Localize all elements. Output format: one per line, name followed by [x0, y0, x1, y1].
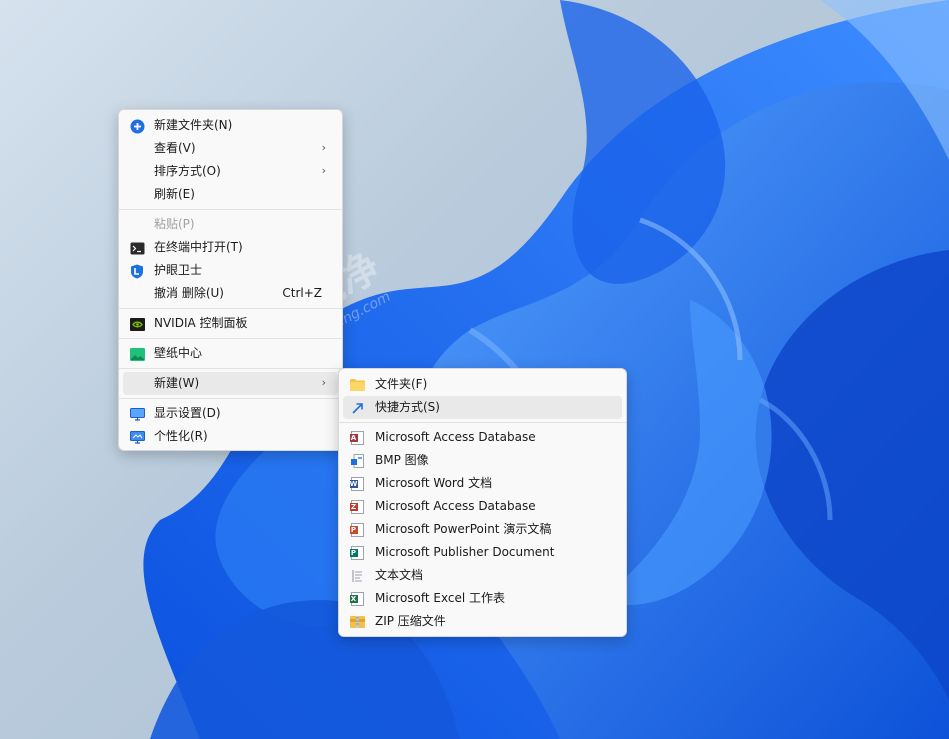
submenu-item-shortcut[interactable]: 快捷方式(S) [343, 396, 622, 419]
personalize-icon [129, 429, 145, 445]
new-folder-plus-icon [129, 118, 145, 134]
menu-item-display-settings[interactable]: 显示设置(D) [123, 402, 338, 425]
submenu-item-label: ZIP 压缩文件 [375, 614, 446, 628]
menu-separator [119, 398, 342, 399]
menu-item-nvidia-control-panel[interactable]: NVIDIA 控制面板 [123, 312, 338, 335]
new-submenu: 文件夹(F) 快捷方式(S) A Microsoft Access Databa… [338, 368, 627, 637]
menu-item-label: 个性化(R) [154, 429, 208, 443]
menu-item-refresh[interactable]: 刷新(E) [123, 183, 338, 206]
menu-item-new[interactable]: 新建(W) › [123, 372, 338, 395]
publisher-icon: P [349, 545, 365, 561]
menu-item-label: 撤消 删除(U) [154, 286, 224, 300]
menu-item-label: 新建文件夹(N) [154, 118, 233, 132]
excel-icon: X [349, 591, 365, 607]
submenu-item-label: Microsoft Excel 工作表 [375, 591, 506, 605]
submenu-item-label: Microsoft Access Database [375, 430, 536, 444]
menu-separator [119, 368, 342, 369]
folder-icon [349, 377, 365, 393]
menu-item-personalize[interactable]: 个性化(R) [123, 425, 338, 448]
eye-guard-icon [129, 263, 145, 279]
display-icon [129, 406, 145, 422]
terminal-icon [129, 240, 145, 256]
submenu-item-folder[interactable]: 文件夹(F) [343, 373, 622, 396]
menu-item-new-folder[interactable]: 新建文件夹(N) [123, 114, 338, 137]
menu-item-label: 粘贴(P) [154, 217, 195, 231]
submenu-item-word-document[interactable]: W Microsoft Word 文档 [343, 472, 622, 495]
submenu-item-zip-archive[interactable]: ZIP 压缩文件 [343, 610, 622, 633]
zip-icon [349, 614, 365, 630]
menu-item-label: 在终端中打开(T) [154, 240, 243, 254]
submenu-item-label: Microsoft Publisher Document [375, 545, 555, 559]
menu-item-label: 新建(W) [154, 376, 200, 390]
submenu-item-excel-worksheet[interactable]: X Microsoft Excel 工作表 [343, 587, 622, 610]
menu-item-wallpaper-center[interactable]: 壁纸中心 [123, 342, 338, 365]
submenu-item-label: 快捷方式(S) [375, 400, 440, 414]
bmp-icon [349, 453, 365, 469]
menu-item-undo-delete[interactable]: 撤消 删除(U) Ctrl+Z [123, 282, 338, 305]
chevron-right-icon: › [321, 376, 326, 389]
submenu-item-access-database-2[interactable]: Z Microsoft Access Database [343, 495, 622, 518]
menu-separator [119, 308, 342, 309]
submenu-item-label: Microsoft PowerPoint 演示文稿 [375, 522, 552, 536]
wallpaper-icon [129, 346, 145, 362]
nvidia-icon [129, 316, 145, 332]
word-icon: W [349, 476, 365, 492]
access-icon: Z [349, 499, 365, 515]
menu-item-label: 显示设置(D) [154, 406, 221, 420]
submenu-item-publisher-document[interactable]: P Microsoft Publisher Document [343, 541, 622, 564]
menu-item-label: 刷新(E) [154, 187, 195, 201]
menu-item-label: 排序方式(O) [154, 164, 221, 178]
menu-item-eye-guard[interactable]: 护眼卫士 [123, 259, 338, 282]
chevron-right-icon: › [321, 164, 326, 177]
submenu-item-powerpoint-presentation[interactable]: P Microsoft PowerPoint 演示文稿 [343, 518, 622, 541]
menu-item-open-in-terminal[interactable]: 在终端中打开(T) [123, 236, 338, 259]
menu-separator [119, 338, 342, 339]
menu-item-label: NVIDIA 控制面板 [154, 316, 248, 330]
submenu-item-bmp-image[interactable]: BMP 图像 [343, 449, 622, 472]
text-doc-icon [349, 568, 365, 584]
menu-item-label: 壁纸中心 [154, 346, 203, 360]
submenu-item-label: Microsoft Word 文档 [375, 476, 493, 490]
access-icon: A [349, 430, 365, 446]
menu-item-sort-by[interactable]: 排序方式(O) › [123, 160, 338, 183]
menu-separator [119, 209, 342, 210]
submenu-item-label: BMP 图像 [375, 453, 429, 467]
desktop-context-menu: 新建文件夹(N) 查看(V) › 排序方式(O) › 刷新(E) 粘贴(P) 在… [118, 109, 343, 451]
menu-item-paste[interactable]: 粘贴(P) [123, 213, 338, 236]
submenu-item-access-database[interactable]: A Microsoft Access Database [343, 426, 622, 449]
chevron-right-icon: › [321, 141, 326, 154]
menu-item-shortcut: Ctrl+Z [282, 286, 322, 300]
menu-item-label: 查看(V) [154, 141, 196, 155]
shortcut-arrow-icon [349, 400, 365, 416]
submenu-item-label: 文本文档 [375, 568, 424, 582]
menu-item-view[interactable]: 查看(V) › [123, 137, 338, 160]
menu-item-label: 护眼卫士 [154, 263, 203, 277]
submenu-item-label: Microsoft Access Database [375, 499, 536, 513]
menu-separator [339, 422, 626, 423]
submenu-item-text-document[interactable]: 文本文档 [343, 564, 622, 587]
submenu-item-label: 文件夹(F) [375, 377, 428, 391]
powerpoint-icon: P [349, 522, 365, 538]
